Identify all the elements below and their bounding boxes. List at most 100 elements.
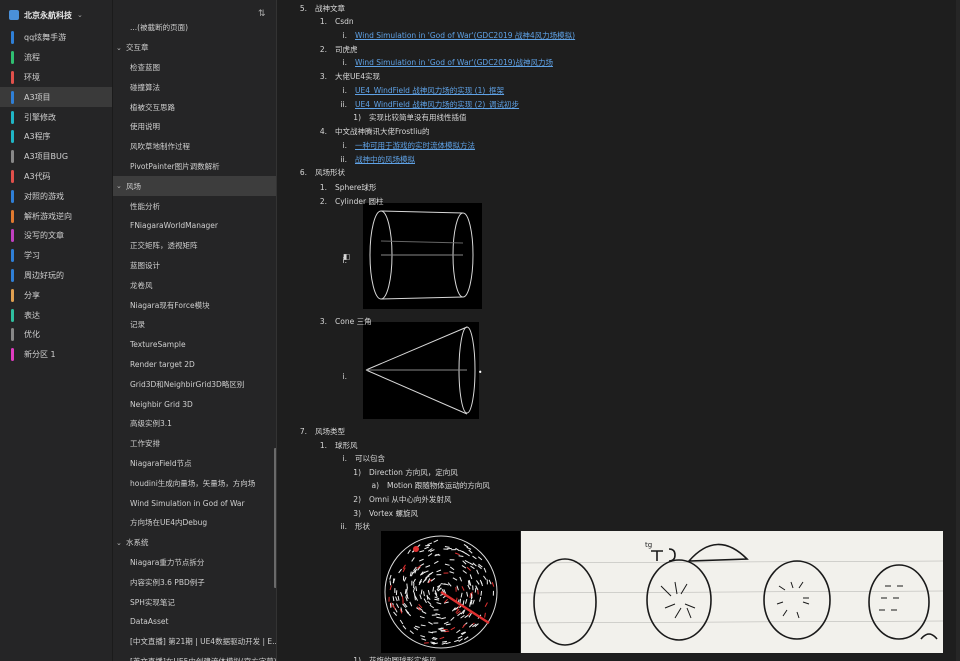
outline-link[interactable]: UE4_WindField 战神风力场的实现 (2)_调试初步 xyxy=(355,100,519,109)
outline-link[interactable]: Wind Simulation in 'God of War'(GDC2019)… xyxy=(355,58,553,67)
section-item[interactable]: A3项目BUG xyxy=(0,147,112,167)
page-item[interactable]: 内容实例3.6 PBD例子 xyxy=(113,572,277,592)
outline-text: 可以包含 xyxy=(355,454,385,463)
section-item[interactable]: 环境 xyxy=(0,68,112,88)
page-label: 高级实例3.1 xyxy=(130,419,172,429)
chevron-down-icon[interactable]: ⌄ xyxy=(116,182,126,190)
section-item[interactable]: 解析游戏逆向 xyxy=(0,206,112,226)
page-item[interactable]: 正交矩阵，透视矩阵 xyxy=(113,236,277,256)
page-label: houdini生成向量场，矢量场，方向场 xyxy=(130,478,256,488)
content-scrollbar[interactable] xyxy=(956,0,960,661)
page-label: FNiagaraWorldManager xyxy=(130,221,219,231)
outline-number: i. xyxy=(342,141,347,150)
outline-line: i. Wind Simulation in 'God of War'(GDC201… xyxy=(335,30,576,41)
outline-link[interactable]: 一种可用于游戏的实时流体模拟方法 xyxy=(355,141,475,150)
section-item[interactable]: qq炫舞手游 xyxy=(0,28,112,48)
chevron-down-icon[interactable]: ⌄ xyxy=(116,539,126,547)
outline-number: ii. xyxy=(340,155,347,164)
section-color-tab xyxy=(11,51,14,65)
section-item[interactable]: 表达 xyxy=(0,305,112,325)
page-item[interactable]: 工作安排 xyxy=(113,434,277,454)
page-item[interactable]: 使用说明 xyxy=(113,117,277,137)
page-item[interactable]: 高级实例3.1 xyxy=(113,414,277,434)
chevron-down-icon[interactable]: ⌄ xyxy=(116,44,126,52)
page-item[interactable]: Render target 2D xyxy=(113,355,277,375)
page-item[interactable]: 风吹草地制作过程 xyxy=(113,137,277,157)
outline-link[interactable]: Wind Simulation in 'God of War'(GDC2019 … xyxy=(355,31,575,40)
page-item[interactable]: 蓝图设计 xyxy=(113,256,277,276)
outline-link[interactable]: 战神中的风场模拟 xyxy=(355,155,415,164)
page-label: 龙卷风 xyxy=(130,280,153,290)
outline-line: 1) 实现比较简单没有用线性插值 xyxy=(351,112,466,123)
page-label: 方向场在UE4内Debug xyxy=(130,518,208,528)
notebook-pane: 北京永航科技 ⌄ qq炫舞手游 流程 环境 A3项目引擎修改 A3程序 A3项目BUG A3… xyxy=(0,0,112,661)
section-color-tab xyxy=(11,169,14,183)
outline-number: i. xyxy=(342,256,347,265)
section-label: 对照的游戏 xyxy=(24,191,64,201)
outline-text: 司虎虎 xyxy=(335,45,358,54)
outline-number: i. xyxy=(342,454,347,463)
outline-text: 花旗的圆球形实施风 xyxy=(369,656,437,661)
section-item[interactable]: A3项目 xyxy=(0,87,112,108)
section-item[interactable]: 流程 xyxy=(0,48,112,68)
page-item[interactable]: 碰撞算法 xyxy=(113,77,277,97)
section-color-tab xyxy=(11,348,14,362)
page-label: 内容实例3.6 PBD例子 xyxy=(130,577,205,587)
page-label: Wind Simulation in God of War xyxy=(130,498,245,508)
page-item[interactable]: 记录 xyxy=(113,315,277,335)
section-item[interactable]: A3代码 xyxy=(0,167,112,187)
outline-line: i. xyxy=(335,256,355,265)
page-item[interactable]: SPH实现笔记 xyxy=(113,592,277,612)
section-item[interactable]: 分享 xyxy=(0,285,112,305)
outline-line: ii. UE4_WindField 战神风力场的实现 (2)_调试初步 xyxy=(335,99,519,110)
page-group[interactable]: ⌄ 风场 xyxy=(113,176,277,197)
outline-text: Direction 方向风，定向风 xyxy=(369,468,458,477)
page-item[interactable]: Neighbir Grid 3D xyxy=(113,394,277,414)
notebook-title: 北京永航科技 xyxy=(24,10,72,20)
section-item[interactable]: 优化 xyxy=(0,325,112,345)
section-color-tab xyxy=(11,90,14,104)
chevron-down-icon[interactable]: ⌄ xyxy=(77,11,83,19)
outline-line: 4. 中文战神腾讯大佬Frostliu的 xyxy=(315,126,430,137)
page-label: 交互章 xyxy=(126,43,149,53)
page-item[interactable]: DataAsset xyxy=(113,612,277,632)
page-item[interactable]: houdini生成向量场，矢量场，方向场 xyxy=(113,473,277,493)
section-item[interactable]: 引擎修改 xyxy=(0,107,112,127)
outline-number: 3) xyxy=(353,509,361,518)
section-item[interactable]: 学习 xyxy=(0,246,112,266)
section-item[interactable]: 对照的游戏 xyxy=(0,186,112,206)
page-group[interactable]: ⌄ 水系统 xyxy=(113,533,277,553)
outline-line: 2. 司虎虎 xyxy=(315,44,358,55)
page-item[interactable]: [英文直播]在UE5中创建流体模拟(官方字幕) xyxy=(113,652,277,661)
page-item[interactable]: Niagara重力节点拆分 xyxy=(113,553,277,573)
page-item[interactable]: Niagara现有Force模块 xyxy=(113,295,277,315)
page-item[interactable]: ...(被截断的页面) xyxy=(113,18,277,38)
outline-link[interactable]: UE4_WindField 战神风力场的实现 (1)_框架 xyxy=(355,86,504,95)
page-item[interactable]: PivotPainter图片调数解析 xyxy=(113,157,277,177)
page-item[interactable]: NiagaraField节点 xyxy=(113,454,277,474)
page-item[interactable]: Grid3D和NeighbirGrid3D略区别 xyxy=(113,374,277,394)
page-item[interactable]: FNiagaraWorldManager xyxy=(113,216,277,236)
page-group[interactable]: ⌄ 交互章 xyxy=(113,38,277,58)
section-label: 引擎修改 xyxy=(24,112,56,122)
section-item[interactable]: 新分区 1 xyxy=(0,345,112,365)
notebook-header[interactable]: 北京永航科技 ⌄ xyxy=(0,0,112,30)
page-item[interactable]: 方向场在UE4内Debug xyxy=(113,513,277,533)
section-color-tab xyxy=(11,249,14,263)
page-item[interactable]: 植被交互思路 xyxy=(113,97,277,117)
outline-text: 球形风 xyxy=(335,441,358,450)
section-item[interactable]: 周边好玩的 xyxy=(0,266,112,286)
page-item[interactable]: 龙卷风 xyxy=(113,275,277,295)
page-item[interactable]: Wind Simulation in God of War xyxy=(113,493,277,513)
section-item[interactable]: 没写的文章 xyxy=(0,226,112,246)
section-item[interactable]: A3程序 xyxy=(0,127,112,147)
page-item[interactable]: 检查蓝图 xyxy=(113,58,277,78)
page-item[interactable]: TextureSample xyxy=(113,335,277,355)
outline-line: a) Motion 跟随物体运动的方向风 xyxy=(369,480,489,491)
page-label: 水系统 xyxy=(126,538,149,548)
outline-text: 大佬UE4实现 xyxy=(335,72,380,81)
page-label: 工作安排 xyxy=(130,439,160,449)
section-color-tab xyxy=(11,209,14,223)
page-item[interactable]: [中文直播] 第21期 | UE4数据驱动开发 | E... xyxy=(113,632,277,652)
page-item[interactable]: 性能分析 xyxy=(113,196,277,216)
